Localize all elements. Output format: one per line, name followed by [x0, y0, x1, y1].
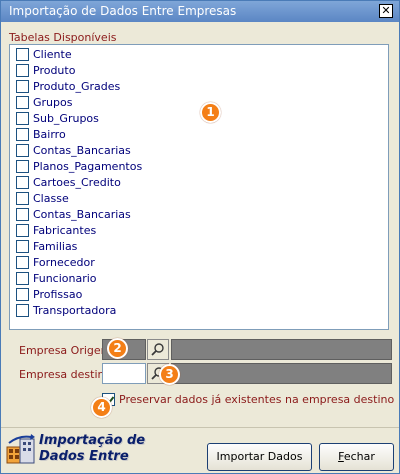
table-item-label: Produto [33, 64, 76, 77]
table-item-label: Contas_Bancarias [33, 144, 131, 157]
table-item-label: Familias [33, 240, 78, 253]
origem-search-button[interactable] [147, 339, 169, 360]
step-badge-4: 4 [91, 397, 112, 418]
table-checkbox[interactable] [16, 240, 29, 253]
table-item-label: Classe [33, 192, 69, 205]
step-badge-3: 3 [159, 364, 180, 385]
table-checkbox[interactable] [16, 176, 29, 189]
step-badge-2: 2 [107, 338, 128, 359]
table-item-label: Fabricantes [33, 224, 97, 237]
table-checkbox[interactable] [16, 80, 29, 93]
import-dialog: Importação de Dados Entre Empresas ✕ Tab… [0, 0, 400, 474]
preserve-label: Preservar dados já existentes na empresa… [119, 393, 395, 406]
table-checkbox[interactable] [16, 224, 29, 237]
magnifier-icon [151, 343, 164, 356]
window-title: Importação de Dados Entre Empresas [9, 4, 237, 18]
table-checkbox[interactable] [16, 64, 29, 77]
table-checkbox[interactable] [16, 256, 29, 269]
table-checkbox[interactable] [16, 208, 29, 221]
logo-line-2: Dados Entre [39, 449, 129, 464]
tables-label: Tabelas Disponíveis [9, 31, 117, 44]
table-checkbox[interactable] [16, 272, 29, 285]
table-item-label: Funcionario [33, 272, 97, 285]
table-item-label: Profissao [33, 288, 83, 301]
table-item-label: Contas_Bancarias [33, 208, 131, 221]
origem-name-display [171, 339, 392, 360]
table-item-label: Cartoes_Credito [33, 176, 121, 189]
close-button-label: Fechar [338, 450, 375, 463]
close-button[interactable]: Fechar [319, 443, 394, 471]
table-checkbox[interactable] [16, 112, 29, 125]
table-checkbox[interactable] [16, 304, 29, 317]
origem-label: Empresa Origem [19, 344, 112, 357]
table-checkbox[interactable] [16, 192, 29, 205]
table-item-label: Planos_Pagamentos [33, 160, 143, 173]
close-icon[interactable]: ✕ [379, 4, 393, 18]
table-checkbox[interactable] [16, 160, 29, 173]
destino-name-display [171, 363, 392, 384]
table-checkbox[interactable] [16, 144, 29, 157]
title-bar: Importação de Dados Entre Empresas ✕ [1, 1, 399, 22]
table-checkbox[interactable] [16, 288, 29, 301]
table-checkbox[interactable] [16, 128, 29, 141]
logo-emblem-icon [6, 434, 35, 464]
app-logo: Importação de Dados Entre [5, 431, 145, 471]
table-item-label: Bairro [33, 128, 66, 141]
table-checkbox[interactable] [16, 96, 29, 109]
table-item-label: Fornecedor [33, 256, 95, 269]
table-item-label: Cliente [33, 48, 72, 61]
table-checkbox[interactable] [16, 48, 29, 61]
table-item-label: Grupos [33, 96, 73, 109]
tables-list[interactable]: Cliente Produto Produto_Grades Grupos Sub_Gr… [9, 44, 389, 330]
table-item-label: Transportadora [33, 304, 117, 317]
import-button[interactable]: Importar Dados [207, 443, 312, 471]
table-item-label: Sub_Grupos [33, 112, 99, 125]
destino-label: Empresa destino [19, 368, 112, 381]
table-item-label: Produto_Grades [33, 80, 121, 93]
logo-text: Importação de Dados Entre [39, 433, 145, 465]
destino-code-input[interactable] [102, 363, 146, 384]
footer-divider [1, 427, 399, 428]
logo-line-1: Importação de [39, 433, 146, 448]
step-badge-1: 1 [200, 102, 221, 123]
